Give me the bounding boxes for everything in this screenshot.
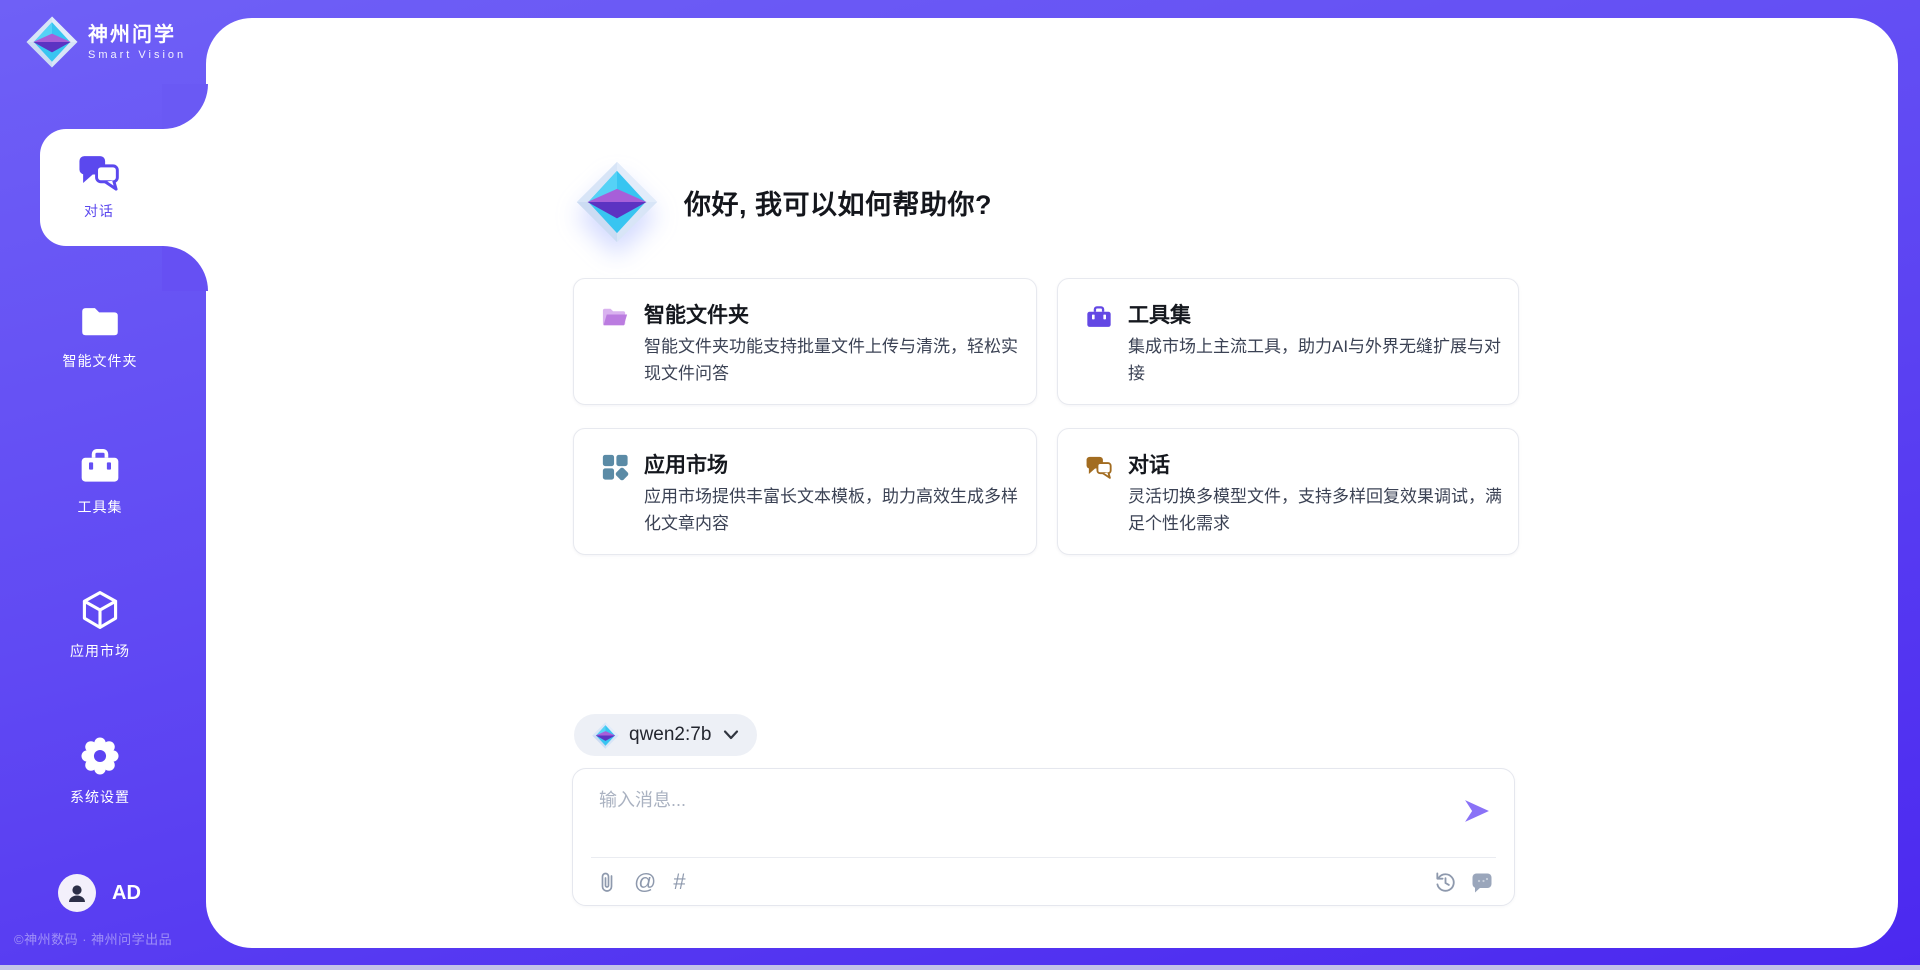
history-clock-icon (1433, 870, 1458, 895)
sidebar-item-label: 智能文件夹 (63, 351, 138, 371)
tab-connector-top (162, 84, 208, 129)
chat-bubbles-icon (1085, 453, 1113, 481)
sidebar-item-label: 应用市场 (70, 641, 130, 661)
gem-logo-icon (26, 16, 78, 68)
card-description: 集成市场上主流工具，助力AI与外界无缝扩展与对接 (1128, 333, 1504, 387)
avatar (58, 874, 96, 912)
sidebar-item-smart-folder[interactable]: 智能文件夹 (0, 298, 200, 371)
grid-icon (601, 453, 629, 481)
gem-logo-icon (592, 722, 619, 749)
person-icon (65, 881, 89, 905)
sidebar-item-label: 对话 (49, 201, 149, 221)
history-button[interactable] (1433, 870, 1458, 895)
window-bottom-edge (0, 965, 1920, 970)
attachment-button[interactable] (597, 870, 617, 894)
sidebar-item-app-market[interactable]: 应用市场 (0, 588, 200, 661)
composer-toolbar: @ # (597, 865, 1494, 899)
app-title: 神州问学 (88, 23, 186, 47)
card-smart-folder[interactable]: 智能文件夹 智能文件夹功能支持批量文件上传与清洗，轻松实现文件问答 (573, 278, 1037, 405)
card-title: 对话 (1128, 449, 1170, 479)
card-title: 工具集 (1128, 299, 1191, 329)
sidebar-item-label: 系统设置 (70, 787, 130, 807)
sidebar-item-label: 工具集 (78, 497, 123, 517)
sidebar-footer: ©神州数码 · 神州问学出品 (14, 929, 172, 948)
send-button[interactable] (1464, 799, 1490, 823)
greeting-title: 你好, 我可以如何帮助你? (684, 183, 992, 222)
card-title: 智能文件夹 (644, 299, 749, 329)
card-title: 应用市场 (644, 449, 728, 479)
tab-connector-bottom (162, 246, 208, 291)
sidebar-item-settings[interactable]: 系统设置 (0, 734, 200, 807)
message-input[interactable] (597, 783, 1417, 817)
card-description: 智能文件夹功能支持批量文件上传与清洗，轻松实现文件问答 (644, 333, 1020, 387)
gem-logo-icon (576, 160, 658, 244)
mention-button[interactable]: @ (634, 871, 656, 893)
model-name: qwen2:7b (629, 724, 711, 746)
sidebar-item-chat[interactable]: 对话 (40, 129, 210, 246)
app-logo: 神州问学 Smart Vision (26, 16, 186, 68)
user-name: AD (112, 882, 141, 905)
app-subtitle: Smart Vision (88, 49, 186, 61)
conversation-button[interactable] (1470, 870, 1494, 894)
card-description: 灵活切换多模型文件，支持多样回复效果调试，满足个性化需求 (1128, 483, 1504, 537)
paperclip-icon (597, 870, 617, 894)
cube-icon (78, 588, 122, 632)
greeting-row: 你好, 我可以如何帮助你? (576, 160, 992, 244)
hashtag-button[interactable]: # (673, 871, 685, 893)
send-icon (1464, 799, 1490, 823)
chevron-down-icon (723, 729, 739, 741)
folder-open-icon (601, 303, 629, 331)
toolbox-icon (78, 444, 122, 488)
card-description: 应用市场提供丰富长文本模板，助力高效生成多样化文章内容 (644, 483, 1020, 537)
chat-bubbles-icon (77, 150, 121, 194)
chat-bubble-filled-icon (1470, 870, 1494, 894)
model-selector[interactable]: qwen2:7b (574, 714, 757, 756)
message-composer: @ # (572, 768, 1515, 906)
page: 神州问学 Smart Vision 对话 智能文件夹 工具集 应用市场 系统设置… (0, 0, 1920, 970)
folder-icon (78, 298, 122, 342)
user-profile[interactable]: AD (58, 874, 141, 912)
card-app-market[interactable]: 应用市场 应用市场提供丰富长文本模板，助力高效生成多样化文章内容 (573, 428, 1037, 555)
gear-icon (78, 734, 122, 778)
toolbox-icon (1085, 303, 1113, 331)
card-chat[interactable]: 对话 灵活切换多模型文件，支持多样回复效果调试，满足个性化需求 (1057, 428, 1519, 555)
composer-divider (591, 857, 1496, 858)
card-toolset[interactable]: 工具集 集成市场上主流工具，助力AI与外界无缝扩展与对接 (1057, 278, 1519, 405)
sidebar-item-toolset[interactable]: 工具集 (0, 444, 200, 517)
